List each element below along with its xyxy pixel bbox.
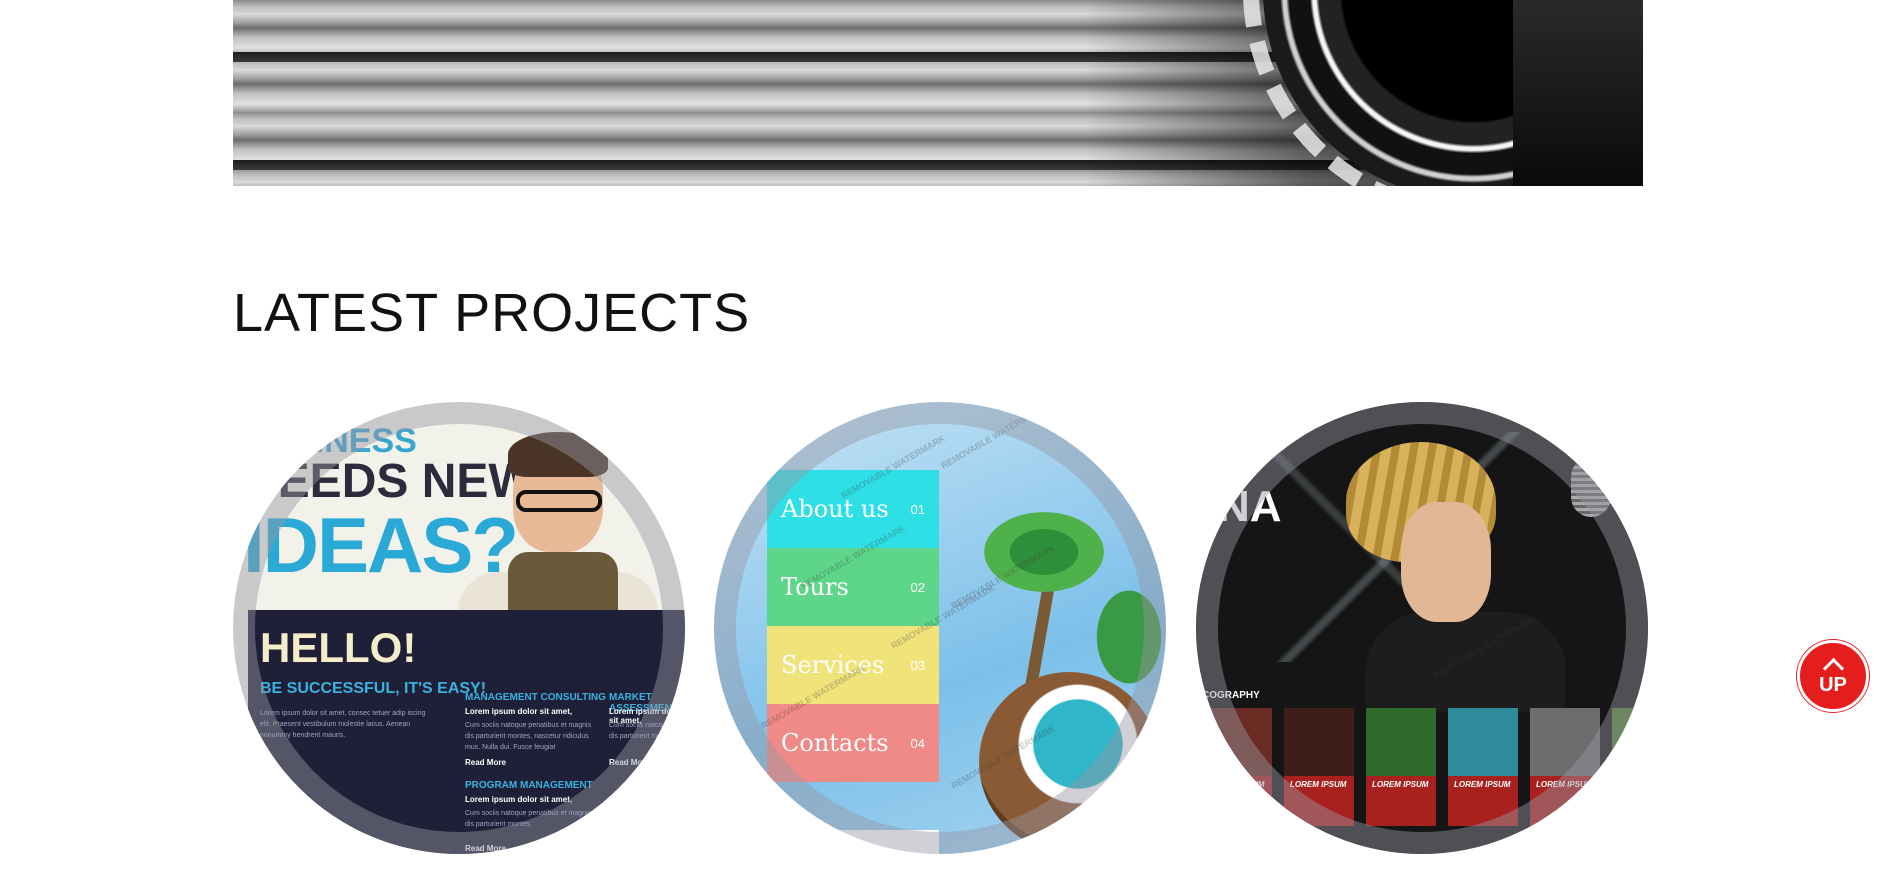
microphone-icon (1571, 457, 1611, 517)
menu-item-contacts: Contacts 04 (767, 704, 939, 782)
album-thumb: LOREM IPSUM (1284, 708, 1354, 826)
project-card-business[interactable]: BUSINESS NEEDS NEW IDEAS? HELLO! BE SUCC… (233, 402, 685, 854)
column-heading: PROGRAM MANAGEMENT (465, 780, 593, 791)
album-caption: LOREM IPSUM (1202, 776, 1272, 826)
project-card-music[interactable]: NA COGRAPHY LOREM IPSUM LOREM IPSUM LORE… (1196, 402, 1648, 854)
album-thumb: LOREM IPSUM (1202, 708, 1272, 826)
menu-item-about: About us 01 (767, 470, 939, 548)
column-text: Cum sociis natoque penatibus et magnis d… (465, 722, 592, 751)
album-cover (1284, 708, 1354, 776)
glasses (516, 490, 602, 512)
menu-item-services: Services 03 (767, 626, 939, 704)
album-thumbnails: LOREM IPSUM LOREM IPSUM LOREM IPSUM LORE… (1196, 708, 1648, 826)
travel-menu: About us 01 Tours 02 Services 03 Contact… (767, 470, 939, 782)
camera-body (1513, 0, 1643, 186)
body (1366, 612, 1566, 712)
section-title: LATEST PROJECTS (233, 283, 751, 343)
column-subheading: Lorem ipsum dolor sit amet, (465, 795, 573, 804)
column-subheading: Lorem ipsum dolor sit amet, (465, 707, 573, 716)
album-thumb: LOREM IPSUM (1366, 708, 1436, 826)
menu-item-label: Tours (781, 573, 849, 601)
scroll-up-button[interactable]: UP (1797, 640, 1869, 712)
album-cover (1612, 708, 1648, 776)
watermark: REMOVABLE WATERMARK (939, 403, 1047, 471)
column-text: Cum sociis natoque penatibus et magnis d… (465, 810, 592, 828)
discography-label: COGRAPHY (1202, 690, 1260, 701)
project-card-travel[interactable]: About us 01 Tours 02 Services 03 Contact… (714, 402, 1166, 854)
album-thumb: LOREM IPSUM (1448, 708, 1518, 826)
menu-item-label: Services (781, 651, 885, 679)
flyer-hello: HELLO! (260, 624, 417, 671)
menu-item-number: 04 (910, 735, 925, 751)
menu-item-number: 03 (910, 657, 925, 673)
menu-item-tours: Tours 02 (767, 548, 939, 626)
coconut-island-illustration (979, 672, 1159, 852)
album-thumb: LOREM IPSUM (1530, 708, 1600, 826)
flyer-intro: Lorem ipsum dolor sit amet, consec tetue… (260, 710, 426, 739)
album-caption: LOREM IPSUM (1530, 776, 1600, 826)
hero-camera-photo (233, 0, 1643, 186)
column-heading: MANAGEMENT CONSULTING (465, 692, 606, 703)
album-cover (1530, 708, 1600, 776)
read-more-link: Read More (465, 758, 506, 767)
menu-item-label: About us (781, 495, 889, 523)
music-site-title: NA (1218, 482, 1282, 531)
menu-item-number: 02 (910, 579, 925, 595)
menu-item-label: Contacts (781, 729, 889, 757)
album-cover (1366, 708, 1436, 776)
read-more-link: Read More (609, 758, 650, 767)
menu-item-number: 01 (910, 501, 925, 517)
album-cover (1202, 708, 1272, 776)
album-caption: LOREM IPSUM (1448, 776, 1518, 826)
column-text: Cum sociis natoque penatibus et magnis d… (609, 722, 685, 740)
white-card (767, 830, 939, 854)
album-caption: LOREM IPSUM (1612, 776, 1648, 826)
album-caption: LOREM IPSUM (1284, 776, 1354, 826)
hair (508, 432, 608, 477)
album-cover (1448, 708, 1518, 776)
singer-illustration (1316, 442, 1576, 712)
read-more-link: Read More (465, 844, 506, 853)
album-thumb: LOREM IPSUM (1612, 708, 1648, 826)
album-caption: LOREM IPSUM (1366, 776, 1436, 826)
face (1401, 502, 1491, 622)
flyer-tagline: BE SUCCESSFUL, IT'S EASY! (260, 680, 487, 697)
